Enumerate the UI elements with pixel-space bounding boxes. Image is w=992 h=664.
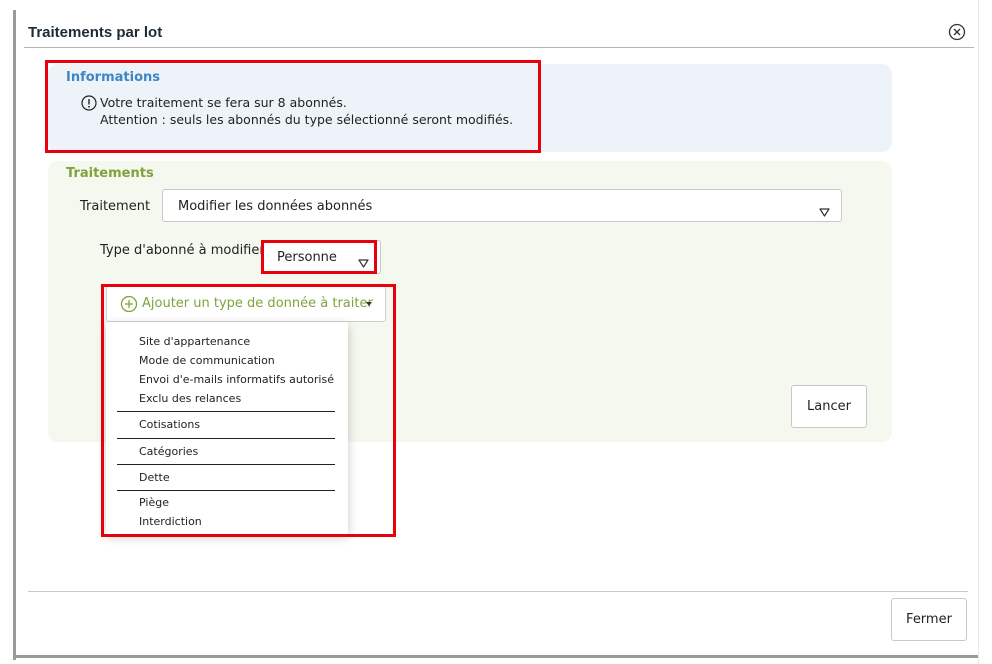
menu-item-dette[interactable]: Dette bbox=[139, 471, 170, 484]
title-divider bbox=[24, 47, 974, 48]
menu-item-mode-communication[interactable]: Mode de communication bbox=[139, 354, 275, 367]
menu-item-categories[interactable]: Catégories bbox=[139, 445, 198, 458]
traitements-heading: Traitements bbox=[66, 166, 154, 181]
chevron-down-icon bbox=[358, 253, 369, 268]
menu-item-exclu-relances[interactable]: Exclu des relances bbox=[139, 392, 241, 405]
dialog-title: Traitements par lot bbox=[28, 24, 163, 41]
window-frame-bottom bbox=[13, 655, 979, 658]
menu-separator bbox=[117, 411, 335, 412]
caret-down-icon bbox=[366, 302, 372, 306]
window-frame-right bbox=[978, 0, 979, 664]
type-abonne-label: Type d'abonné à modifier bbox=[100, 243, 265, 258]
add-data-type-button[interactable]: Ajouter un type de donnée à traiter bbox=[106, 285, 386, 322]
menu-item-interdiction[interactable]: Interdiction bbox=[139, 515, 202, 528]
launch-button[interactable]: Lancer bbox=[791, 385, 867, 428]
close-button[interactable]: Fermer bbox=[891, 598, 967, 641]
menu-separator bbox=[117, 490, 335, 491]
traitement-label: Traitement bbox=[80, 199, 151, 214]
menu-separator bbox=[117, 438, 335, 439]
traitement-select-value: Modifier les données abonnés bbox=[178, 199, 373, 214]
add-data-type-label: Ajouter un type de donnée à traiter bbox=[142, 296, 373, 311]
footer-divider bbox=[28, 591, 968, 592]
menu-separator bbox=[117, 464, 335, 465]
informations-heading: Informations bbox=[66, 70, 161, 85]
menu-item-envoi-emails[interactable]: Envoi d'e-mails informatifs autorisé bbox=[139, 373, 334, 386]
menu-item-site-appartenance[interactable]: Site d'appartenance bbox=[139, 335, 250, 348]
informations-count-text: Votre traitement se fera sur 8 abonnés. bbox=[100, 95, 347, 110]
chevron-down-icon bbox=[819, 202, 830, 217]
data-type-dropdown-menu: Site d'appartenance Mode de communicatio… bbox=[106, 322, 348, 534]
menu-item-cotisations[interactable]: Cotisations bbox=[139, 418, 200, 431]
menu-item-piege[interactable]: Piège bbox=[139, 496, 169, 509]
plus-circle-icon bbox=[120, 295, 138, 313]
type-abonne-select[interactable]: Personne bbox=[262, 240, 381, 274]
info-circle-icon bbox=[81, 95, 97, 111]
close-icon[interactable] bbox=[948, 23, 966, 41]
traitement-select[interactable]: Modifier les données abonnés bbox=[162, 189, 842, 222]
informations-warning-text: Attention : seuls les abonnés du type sé… bbox=[100, 112, 514, 127]
window-frame-left bbox=[13, 10, 16, 660]
type-abonne-select-value: Personne bbox=[277, 250, 337, 265]
